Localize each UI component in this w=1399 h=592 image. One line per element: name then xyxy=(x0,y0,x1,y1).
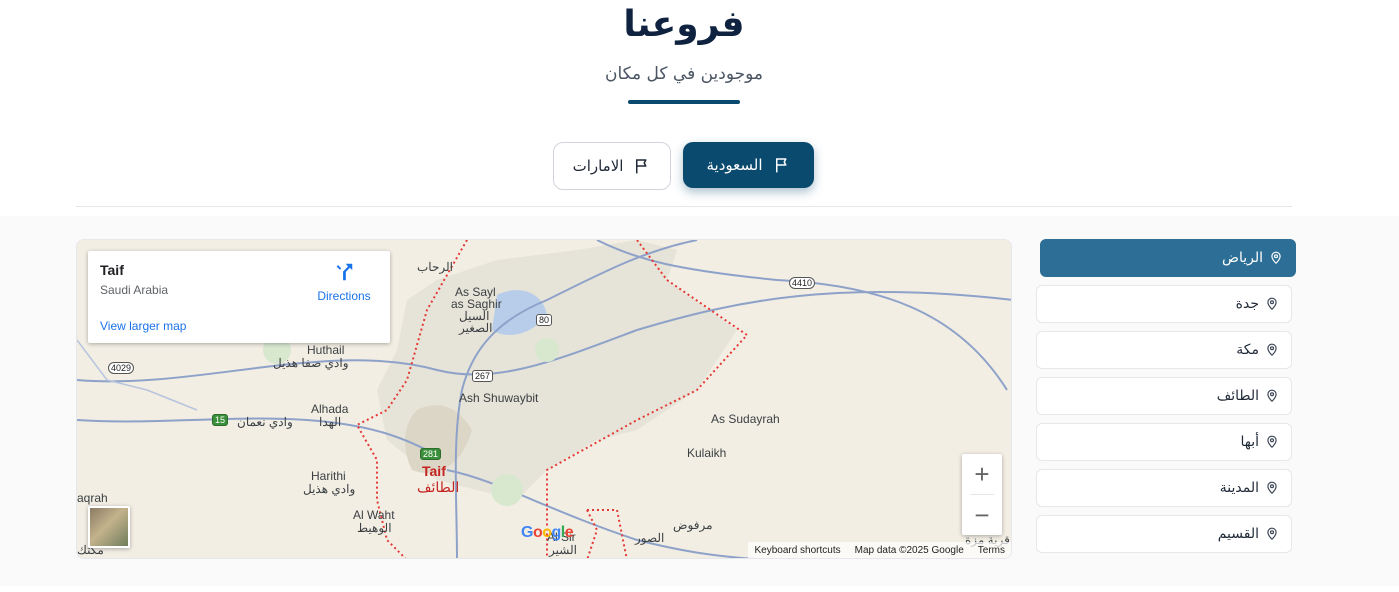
map-label: Harithi xyxy=(311,469,346,483)
branch-label: القسيم xyxy=(1217,526,1259,542)
map-satellite-toggle[interactable] xyxy=(88,506,130,548)
branch-item-qassim[interactable]: القسيم xyxy=(1036,515,1292,553)
map-pin-icon xyxy=(1267,435,1277,449)
map-pin-icon xyxy=(1267,343,1277,357)
map-footer: Keyboard shortcuts Map data ©2025 Google… xyxy=(748,542,1011,558)
branch-label: أبها xyxy=(1240,434,1259,450)
page-title: فروعنا xyxy=(623,4,745,45)
route-shield: 267 xyxy=(472,370,494,382)
map-label: As Sudayrah xyxy=(711,412,780,426)
map-pin-icon xyxy=(1267,389,1277,403)
map-label: مرفوض xyxy=(673,518,713,532)
map-label: Kulaikh xyxy=(687,446,727,460)
keyboard-shortcuts-link[interactable]: Keyboard shortcuts xyxy=(754,545,840,556)
map-label: الصور xyxy=(635,531,665,545)
branch-label: الطائف xyxy=(1216,388,1259,404)
flag-icon xyxy=(636,159,647,174)
branch-label: المدينة xyxy=(1219,480,1259,496)
route-shield: 281 xyxy=(420,448,442,460)
google-map[interactable]: الرحاب As Sayl as Saghir السيل الصغير Hu… xyxy=(76,239,1012,559)
directions-button[interactable]: Directions xyxy=(312,261,376,305)
map-pin-icon xyxy=(1267,297,1277,311)
route-shield: 15 xyxy=(212,414,229,426)
map-label: الرحاب xyxy=(417,260,453,274)
map-label: الصغير xyxy=(459,321,493,335)
route-shield: 4029 xyxy=(108,362,135,374)
tab-saudi-arabia[interactable]: السعودية xyxy=(683,142,814,188)
tab-label: الامارات xyxy=(572,157,624,175)
map-label: وادي صفا هذيل xyxy=(273,356,349,370)
directions-icon xyxy=(336,263,353,281)
route-shield: 4410 xyxy=(789,277,816,289)
branch-item-taif[interactable]: الطائف xyxy=(1036,377,1292,415)
google-logo: Google xyxy=(521,524,574,541)
tab-label: السعودية xyxy=(706,156,763,174)
branch-item-madinah[interactable]: المدينة xyxy=(1036,469,1292,507)
directions-label: Directions xyxy=(317,289,371,303)
branch-label: الرياض xyxy=(1222,250,1263,266)
map-label-taif-ar: الطائف xyxy=(417,479,460,495)
page-subtitle: موجودين في كل مكان xyxy=(604,64,764,84)
route-shield: 80 xyxy=(536,314,553,326)
section-divider xyxy=(76,206,1292,207)
branch-item-abha[interactable]: أبها xyxy=(1036,423,1292,461)
map-label: Ash Shuwaybit xyxy=(459,391,539,405)
map-label: Huthail xyxy=(307,343,345,357)
title-underline xyxy=(628,100,740,104)
map-label: الوهيط xyxy=(357,521,392,535)
map-label-taif: Taif xyxy=(422,463,446,479)
zoom-out-button[interactable]: − xyxy=(962,495,1002,535)
branch-label: جدة xyxy=(1235,296,1259,312)
map-pin-icon xyxy=(1267,527,1277,541)
map-zoom-controls: + − xyxy=(962,454,1002,535)
map-data-attribution: Map data ©2025 Google xyxy=(854,544,964,556)
tab-uae[interactable]: الامارات xyxy=(553,142,671,190)
map-label: Al Waht xyxy=(353,508,395,522)
view-larger-map-link[interactable]: View larger map xyxy=(100,319,186,333)
zoom-in-button[interactable]: + xyxy=(962,454,1002,494)
branch-label: مكة xyxy=(1236,342,1259,358)
map-pin-icon xyxy=(1267,481,1277,495)
branch-item-riyadh[interactable]: الرياض xyxy=(1040,239,1296,277)
flag-icon xyxy=(775,158,787,173)
map-label: الهدا xyxy=(319,415,342,429)
map-place-name: Taif xyxy=(100,262,124,278)
branch-item-jeddah[interactable]: جدة xyxy=(1036,285,1292,323)
map-label: وادي هذيل xyxy=(303,482,356,496)
branch-list: الرياض جدة مكة الطائف أبها المدينة القسي… xyxy=(1036,239,1296,561)
map-place-country: Saudi Arabia xyxy=(100,283,169,297)
map-label: aqrah xyxy=(77,491,108,505)
map-label: الشير xyxy=(549,543,577,557)
terms-link[interactable]: Terms xyxy=(978,545,1005,556)
branch-item-makkah[interactable]: مكة xyxy=(1036,331,1292,369)
map-label: Alhada xyxy=(311,402,349,416)
map-label: وادي نعمان xyxy=(237,415,293,429)
map-pin-icon xyxy=(1271,251,1281,265)
map-info-card: Taif Saudi Arabia View larger map Direct… xyxy=(88,251,390,343)
